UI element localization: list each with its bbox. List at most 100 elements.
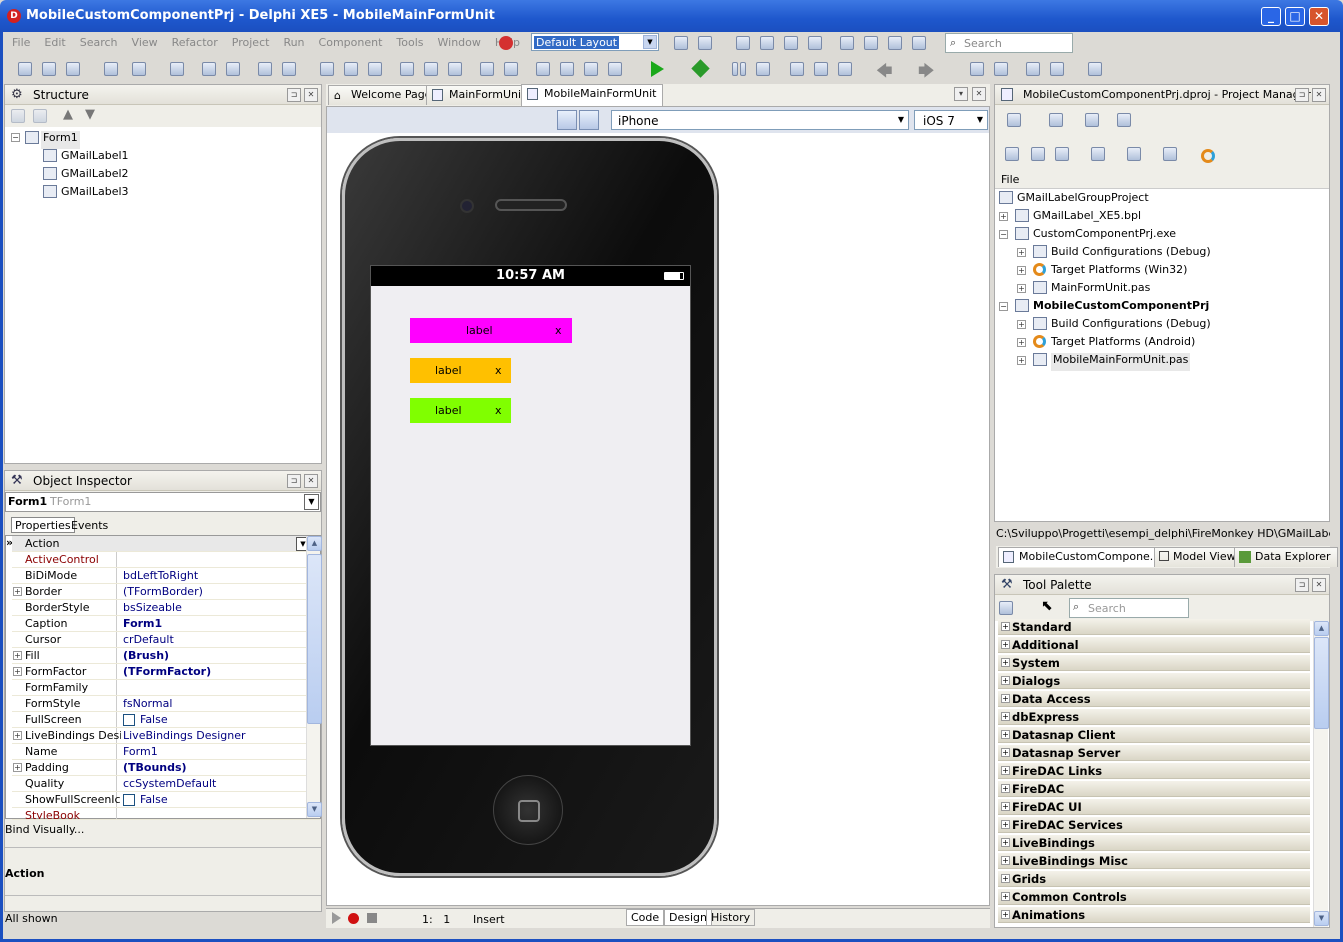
toolbar-icon[interactable]: [994, 62, 1008, 76]
align-icon[interactable]: [840, 36, 854, 50]
structure-child[interactable]: GMailLabel2: [61, 167, 129, 185]
minimize-button[interactable]: _: [1261, 7, 1281, 26]
align-icon[interactable]: [536, 62, 550, 76]
play-icon[interactable]: [332, 912, 341, 924]
os-select[interactable]: iOS 7 ▼: [914, 110, 988, 130]
pm-item[interactable]: GMailLabelGroupProject: [1017, 191, 1149, 209]
menu-refactor[interactable]: Refactor: [172, 36, 218, 50]
save-icon[interactable]: [170, 62, 184, 76]
category-system[interactable]: + System: [998, 655, 1310, 671]
collapse-icon[interactable]: −: [999, 302, 1008, 311]
pin-icon[interactable]: ⊐: [287, 474, 301, 488]
category-firedac-ui[interactable]: + FireDAC UI: [998, 799, 1310, 815]
tab-history[interactable]: History: [706, 909, 756, 926]
pm-item[interactable]: MainFormUnit.pas: [1051, 281, 1150, 299]
column-header-file[interactable]: File: [995, 173, 1329, 189]
category-data-access[interactable]: + Data Access: [998, 691, 1310, 707]
arrow-up-icon[interactable]: ▲: [63, 107, 73, 122]
prop-row-borderstyle[interactable]: BorderStyle bsSizeable: [12, 600, 320, 616]
category-livebindings-misc[interactable]: + LiveBindings Misc: [998, 853, 1310, 869]
expand-icon[interactable]: +: [1017, 284, 1026, 293]
align-icon[interactable]: [424, 62, 438, 76]
gmail-label-2[interactable]: label x: [410, 358, 511, 383]
open-folder-icon[interactable]: [1085, 113, 1099, 127]
prop-row-bidimode[interactable]: BiDiMode bdLeftToRight: [12, 568, 320, 584]
prop-row-name[interactable]: Name Form1: [12, 744, 320, 760]
collapse-icon[interactable]: −: [11, 133, 20, 142]
open-folder-icon[interactable]: [226, 62, 240, 76]
prop-row-border[interactable]: + Border (TFormBorder): [12, 584, 320, 600]
pm-item-selected[interactable]: MobileMainFormUnit.pas: [1051, 353, 1191, 371]
label-close[interactable]: x: [495, 404, 502, 417]
prop-row-cursor[interactable]: Cursor crDefault: [12, 632, 320, 648]
toolbar-icon[interactable]: [1050, 62, 1064, 76]
prop-row-formstyle[interactable]: FormStyle fsNormal: [12, 696, 320, 712]
categories-icon[interactable]: [999, 601, 1013, 615]
pm-item[interactable]: Build Configurations (Debug): [1051, 317, 1211, 335]
menu-project[interactable]: Project: [232, 36, 270, 50]
orientation-icon[interactable]: [557, 110, 577, 130]
pm-item-active-project[interactable]: MobileCustomComponentPrj: [1033, 299, 1209, 317]
ide-search-input[interactable]: ⌕ Search: [945, 33, 1073, 53]
close-panel-icon[interactable]: ✕: [304, 474, 318, 488]
prop-row-fill[interactable]: + Fill (Brush): [12, 648, 320, 664]
category-dialogs[interactable]: + Dialogs: [998, 673, 1310, 689]
remove-file-icon[interactable]: [282, 62, 296, 76]
align-icon[interactable]: [912, 36, 926, 50]
sync-icon[interactable]: [1005, 147, 1019, 161]
pm-item[interactable]: Target Platforms (Android): [1051, 335, 1195, 353]
pm-item[interactable]: Build Configurations (Debug): [1051, 245, 1211, 263]
expand-all-icon[interactable]: [1031, 147, 1045, 161]
checkbox[interactable]: [123, 714, 135, 726]
category-datasnap-server[interactable]: + Datasnap Server: [998, 745, 1310, 761]
close-panel-icon[interactable]: ✕: [304, 88, 318, 102]
menu-search[interactable]: Search: [80, 36, 118, 50]
category-livebindings[interactable]: + LiveBindings: [998, 835, 1310, 851]
run-icon[interactable]: [651, 61, 664, 77]
category-datasnap-client[interactable]: + Datasnap Client: [998, 727, 1310, 743]
checkbox[interactable]: [123, 794, 135, 806]
menu-edit[interactable]: Edit: [44, 36, 65, 50]
prop-row-action[interactable]: Action ▼: [12, 536, 320, 552]
structure-tool-icon[interactable]: [33, 109, 47, 123]
align-icon[interactable]: [400, 62, 414, 76]
category-grids[interactable]: + Grids: [998, 871, 1310, 887]
platform-icon[interactable]: [1201, 149, 1215, 163]
label-close[interactable]: x: [555, 324, 562, 337]
category-additional[interactable]: + Additional: [998, 637, 1310, 653]
arrow-down-icon[interactable]: ▼: [85, 107, 95, 122]
align-icon[interactable]: [736, 36, 750, 50]
tab-properties[interactable]: Properties: [11, 517, 75, 533]
label-close[interactable]: x: [495, 364, 502, 377]
tab-mainformunit[interactable]: MainFormUnit: [426, 85, 533, 105]
maximize-button[interactable]: □: [1285, 7, 1305, 26]
step-over-icon[interactable]: [814, 62, 828, 76]
run-until-return-icon[interactable]: [838, 62, 852, 76]
scroll-thumb[interactable]: [1314, 637, 1329, 729]
align-icon[interactable]: [888, 36, 902, 50]
prop-row-livebindings[interactable]: +LiveBindings DesignerLiveBindings Desig…: [12, 728, 320, 744]
gmail-label-1[interactable]: label x: [410, 318, 572, 343]
layout-select[interactable]: Default Layout ▼: [531, 33, 659, 51]
pm-item[interactable]: CustomComponentPrj.exe: [1033, 227, 1176, 245]
expand-icon[interactable]: +: [13, 763, 22, 772]
reopen-icon[interactable]: [132, 62, 146, 76]
expand-icon[interactable]: +: [13, 667, 22, 676]
align-icon[interactable]: [368, 62, 382, 76]
tab-welcome-page[interactable]: ⌂ Welcome Page: [328, 85, 439, 105]
tab-list-icon[interactable]: ▾: [954, 87, 968, 101]
add-existing-icon[interactable]: [1049, 113, 1063, 127]
prop-row-caption[interactable]: Caption Form1: [12, 616, 320, 632]
align-icon[interactable]: [480, 62, 494, 76]
align-icon[interactable]: [608, 62, 622, 76]
tab-data-explorer[interactable]: Data Explorer: [1234, 547, 1338, 567]
expand-icon[interactable]: +: [13, 731, 22, 740]
scroll-down-icon[interactable]: ▼: [307, 802, 322, 817]
expand-icon[interactable]: +: [999, 212, 1008, 221]
tab-events[interactable]: Events: [71, 519, 108, 532]
pointer-icon[interactable]: ⬉: [1041, 598, 1053, 614]
menu-tools[interactable]: Tools: [396, 36, 423, 50]
close-tab-icon[interactable]: ✕: [972, 87, 986, 101]
toolbar-icon[interactable]: [1026, 62, 1040, 76]
scroll-up-icon[interactable]: ▲: [1314, 621, 1329, 636]
